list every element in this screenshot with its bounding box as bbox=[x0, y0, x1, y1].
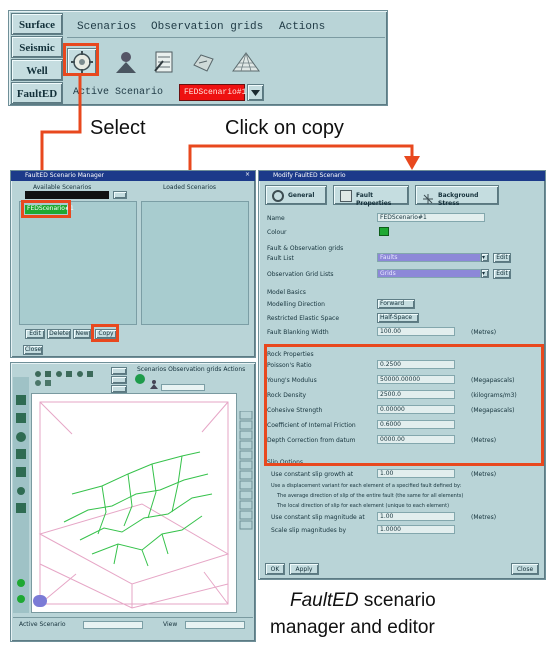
scenario-manager-window: FaultED Scenario Manager × Available Sce… bbox=[10, 170, 256, 358]
close-icon[interactable]: × bbox=[245, 171, 250, 179]
fault-list-select[interactable]: Faults bbox=[377, 253, 481, 262]
viewer-status-bar: Active Scenario View bbox=[13, 617, 253, 639]
name-label: Name bbox=[267, 215, 285, 222]
editor-close-button[interactable]: Close bbox=[511, 563, 539, 575]
manager-new-button[interactable]: New bbox=[73, 329, 91, 339]
manager-delete-button[interactable]: Delete bbox=[47, 329, 71, 339]
viewer-logo-icon bbox=[33, 595, 47, 607]
footer-caption-line1: FaultED scenario bbox=[290, 590, 546, 612]
footer-caption-line2: manager and editor bbox=[270, 617, 435, 638]
blanking-unit: (Metres) bbox=[471, 329, 497, 336]
section-model-basics: Model Basics bbox=[267, 289, 306, 296]
editor-ok-button[interactable]: OK bbox=[265, 563, 285, 575]
viewer-3d-canvas[interactable] bbox=[31, 393, 237, 613]
viewer-tab-seismic[interactable] bbox=[111, 376, 127, 384]
viewer-right-toolbar bbox=[239, 410, 253, 581]
name-field[interactable]: FEDScenario#1 bbox=[377, 213, 485, 222]
viewer-tool-icons[interactable] bbox=[33, 369, 109, 389]
obs-grid-edit-button[interactable]: Edit bbox=[493, 269, 511, 279]
blanking-label: Fault Blanking Width bbox=[267, 329, 329, 336]
fault-tab-icon bbox=[340, 190, 352, 202]
fault-list-label: Fault List bbox=[267, 255, 294, 262]
viewer-status-field[interactable] bbox=[83, 621, 143, 629]
fault-tab-label: Fault Properties bbox=[356, 192, 392, 207]
stress-tab-icon bbox=[422, 190, 434, 204]
footer-rest: scenario bbox=[358, 590, 436, 611]
slip-row-4[interactable]: The local direction of slip for each ele… bbox=[277, 503, 449, 509]
viewer-tab-well[interactable] bbox=[111, 385, 127, 393]
highlight-rock-properties bbox=[264, 344, 544, 466]
obs-grid-label: Observation Grid Lists bbox=[267, 271, 334, 278]
slip-unit-1: (Metres) bbox=[471, 471, 497, 478]
elastic-select[interactable]: Half-Space bbox=[377, 313, 419, 323]
manager-close-button[interactable]: Close bbox=[23, 345, 43, 355]
footer-italic: FaultED bbox=[290, 590, 359, 611]
highlight-selected-scenario bbox=[21, 200, 71, 218]
manager-edit-button[interactable]: Edit bbox=[25, 329, 45, 339]
obs-grid-dropdown[interactable]: ▾ bbox=[481, 269, 489, 278]
viewer-window: Scenarios Observation grids Actions Acti… bbox=[10, 362, 256, 642]
editor-titlebar: Modify FaultED Scenario bbox=[259, 171, 545, 181]
highlight-copy-button bbox=[91, 324, 119, 342]
manager-filter-field[interactable] bbox=[25, 191, 109, 199]
manager-left-list[interactable] bbox=[19, 201, 137, 325]
editor-tab-general[interactable]: General bbox=[265, 185, 327, 205]
slip-row-1[interactable]: Use constant slip growth at bbox=[271, 471, 353, 478]
editor-title: Modify FaultED Scenario bbox=[273, 172, 346, 179]
viewer-status-right: View bbox=[163, 621, 178, 628]
slip-unit-2: (Metres) bbox=[471, 514, 497, 521]
viewer-side-icons[interactable] bbox=[14, 393, 28, 613]
editor-tab-background-stress[interactable]: Background Stress bbox=[415, 185, 499, 207]
editor-apply-button[interactable]: Apply bbox=[289, 563, 319, 575]
viewer-menus[interactable]: Scenarios Observation grids Actions bbox=[137, 366, 245, 374]
slip-value-2[interactable]: 1.00 bbox=[377, 512, 455, 521]
viewer-play-icon[interactable] bbox=[135, 374, 145, 384]
colour-swatch[interactable] bbox=[379, 227, 389, 236]
manager-filter-button[interactable] bbox=[113, 191, 127, 199]
colour-label: Colour bbox=[267, 229, 287, 236]
blanking-field[interactable]: 100.00 bbox=[377, 327, 455, 336]
slip-scale-field[interactable]: 1.0000 bbox=[377, 525, 455, 534]
manager-right-header: Loaded Scenarios bbox=[163, 184, 217, 191]
stress-tab-label: Background Stress bbox=[438, 192, 479, 207]
elastic-label: Restricted Elastic Space bbox=[267, 315, 340, 322]
viewer-status-field-2[interactable] bbox=[185, 621, 245, 629]
general-tab-label: General bbox=[288, 192, 315, 199]
manager-title: FaultED Scenario Manager bbox=[25, 172, 105, 179]
editor-tab-fault-properties[interactable]: Fault Properties bbox=[333, 185, 409, 207]
viewer-person-icon[interactable] bbox=[149, 374, 159, 389]
obs-grid-select[interactable]: Grids bbox=[377, 269, 481, 278]
viewer-active-scenario-field[interactable] bbox=[161, 384, 205, 391]
modelling-select[interactable]: Forward bbox=[377, 299, 415, 309]
fault-list-edit-button[interactable]: Edit bbox=[493, 253, 511, 263]
slip-row-3[interactable]: The average direction of slip of the ent… bbox=[277, 493, 463, 499]
manager-titlebar: FaultED Scenario Manager × bbox=[11, 171, 255, 181]
viewer-tab-surface[interactable] bbox=[111, 367, 127, 375]
slip-row-5[interactable]: Use constant slip magnitude at bbox=[271, 514, 365, 521]
general-tab-icon bbox=[272, 190, 284, 202]
modelling-label: Modelling Direction bbox=[267, 301, 325, 308]
manager-right-list[interactable] bbox=[141, 201, 249, 325]
slip-row-6: Scale slip magnitudes by bbox=[271, 527, 347, 534]
slip-row-2[interactable]: Use a displacement variant for each elem… bbox=[271, 483, 461, 489]
slip-value-1[interactable]: 1.00 bbox=[377, 469, 455, 478]
fault-list-dropdown[interactable]: ▾ bbox=[481, 253, 489, 262]
viewer-status-left: Active Scenario bbox=[19, 621, 66, 628]
section-fault-grids: Fault & Observation grids bbox=[267, 245, 344, 252]
